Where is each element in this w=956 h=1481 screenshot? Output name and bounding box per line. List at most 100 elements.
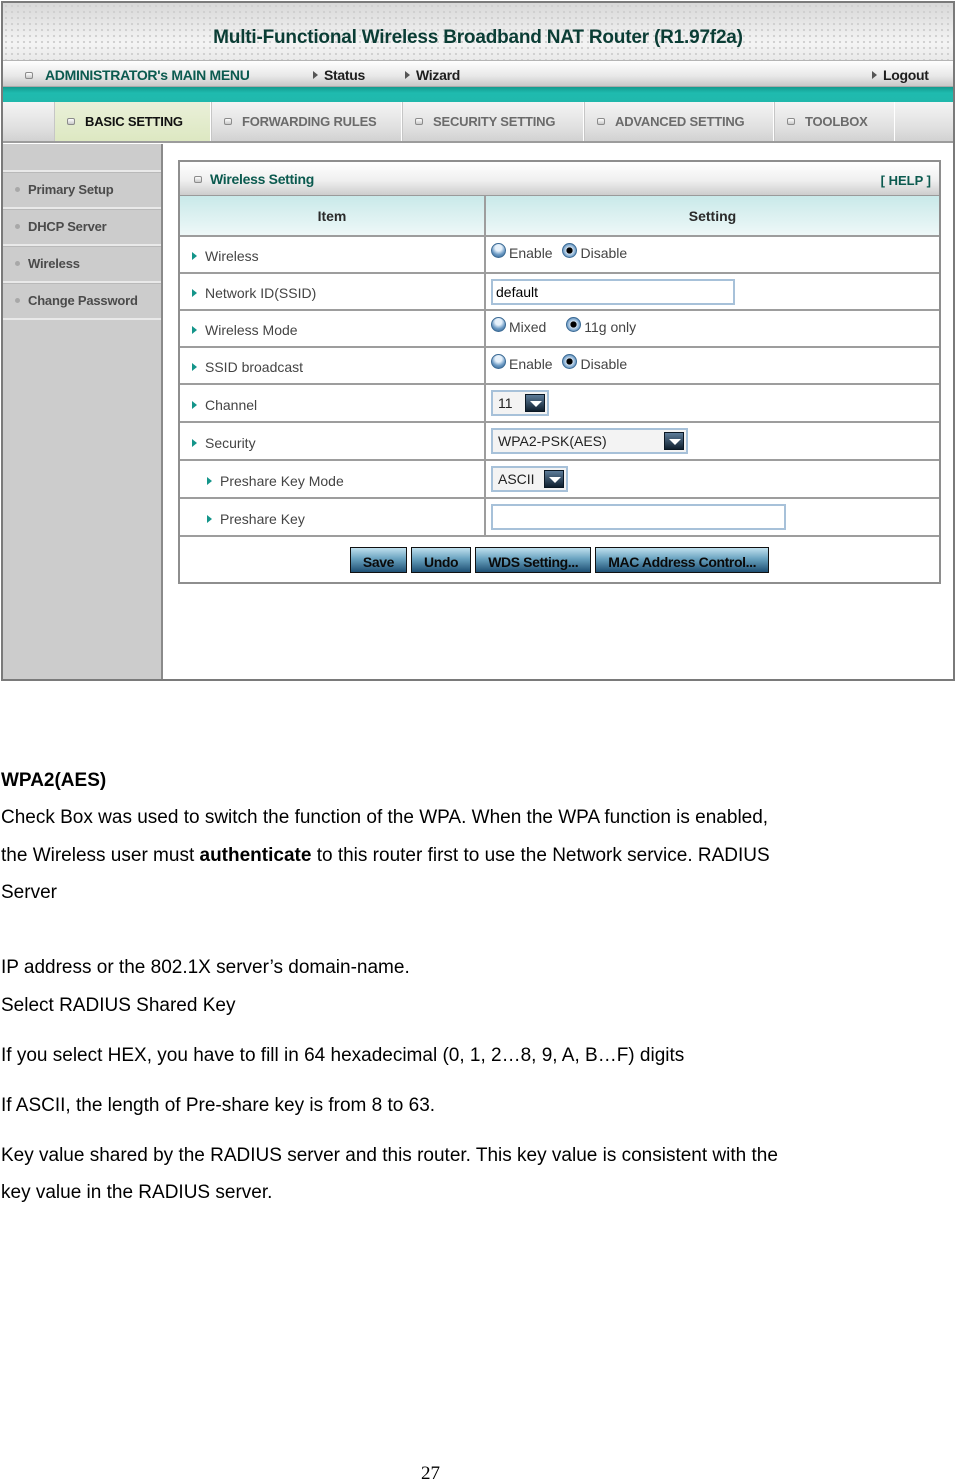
- paragraph-line: Server: [1, 882, 57, 903]
- accent-bar: [3, 87, 953, 102]
- row-label-text: Wireless: [205, 248, 259, 264]
- square-bullet-icon: [25, 72, 33, 79]
- radio-label: Mixed: [509, 319, 547, 336]
- wireless-settings-table: Item Setting Wireless Enable Disable Net…: [180, 196, 939, 537]
- panel-header: Wireless Setting [ HELP ]: [180, 162, 939, 196]
- sidebar: Primary Setup DHCP Server Wireless Chang…: [3, 144, 163, 679]
- bullet-icon: [15, 224, 20, 229]
- tab-advanced-setting[interactable]: ADVANCED SETTING: [584, 102, 774, 141]
- table-row: Network ID(SSID): [180, 273, 939, 311]
- security-select[interactable]: WPA2-PSK(AES): [491, 428, 688, 454]
- radio-label: Disable: [580, 356, 628, 373]
- radio-label: 11g only: [584, 319, 637, 336]
- select-value: WPA2-PSK(AES): [498, 433, 607, 449]
- square-bullet-icon: [415, 118, 423, 125]
- bullet-icon: [15, 261, 20, 266]
- row-label-channel: Channel: [180, 384, 486, 423]
- radio-checked-icon: [562, 353, 578, 369]
- paragraph-line: the Wireless user must authenticate to t…: [1, 846, 770, 865]
- triangle-right-icon: [192, 363, 197, 371]
- mac-address-control-button[interactable]: MAC Address Control...: [595, 547, 770, 573]
- ssid-input[interactable]: [491, 278, 735, 305]
- dropdown-arrow-icon: [525, 394, 545, 412]
- dropdown-arrow-icon: [664, 432, 684, 450]
- sidebar-item-wireless[interactable]: Wireless: [3, 246, 161, 283]
- select-value: ASCII: [498, 471, 535, 487]
- paragraph-line: key value in the RADIUS server.: [1, 1182, 273, 1203]
- sidebar-item-primary-setup[interactable]: Primary Setup: [3, 172, 161, 209]
- tab-forwarding-rules[interactable]: FORWARDING RULES: [211, 102, 402, 141]
- broadcast-enable-radio[interactable]: Enable: [491, 353, 553, 373]
- bullet-icon: [15, 298, 20, 303]
- help-link[interactable]: [ HELP ]: [881, 173, 931, 188]
- radio-unchecked-icon: [491, 316, 506, 332]
- triangle-right-icon: [313, 71, 318, 79]
- radio-label: Enable: [509, 356, 553, 373]
- tab-toolbox[interactable]: TOOLBOX: [774, 102, 895, 141]
- preshare-key-input[interactable]: [491, 504, 786, 530]
- wireless-radio-group: Enable Disable: [485, 236, 939, 274]
- table-row: Wireless Enable Disable: [180, 236, 939, 274]
- panel-title: Wireless Setting: [194, 171, 314, 187]
- radio-checked-icon: [566, 316, 582, 332]
- square-bullet-icon: [194, 176, 202, 183]
- wds-setting-button[interactable]: WDS Setting...: [475, 547, 592, 573]
- row-label-ssid-broadcast: SSID broadcast: [180, 347, 486, 385]
- bullet-icon: [15, 187, 20, 192]
- triangle-right-icon: [207, 514, 212, 523]
- sidebar-item-change-password[interactable]: Change Password: [3, 283, 161, 320]
- paragraph-line: If ASCII, the length of Pre-share key is…: [1, 1095, 436, 1116]
- sidebar-item-label: DHCP Server: [28, 219, 107, 234]
- status-link[interactable]: Status: [313, 67, 365, 83]
- admin-main-menu-label: ADMINISTRATOR's MAIN MENU: [45, 67, 250, 83]
- triangle-right-icon: [192, 252, 197, 260]
- mode-mixed-radio[interactable]: Mixed: [491, 316, 547, 336]
- triangle-right-icon: [207, 476, 212, 485]
- sidebar-item-dhcp-server[interactable]: DHCP Server: [3, 209, 161, 246]
- row-label-text: Network ID(SSID): [205, 285, 317, 301]
- row-label-text: Wireless Mode: [205, 322, 298, 338]
- table-row: Channel 11: [180, 384, 939, 423]
- triangle-right-icon: [192, 326, 197, 334]
- tab-security-setting[interactable]: SECURITY SETTING: [402, 102, 584, 141]
- text-span: the Wireless user must: [1, 845, 200, 866]
- table-row: Wireless Mode Mixed 11g only: [180, 310, 939, 348]
- wireless-mode-radio-group: Mixed 11g only: [485, 310, 939, 348]
- tab-basic-setting[interactable]: BASIC SETTING: [54, 102, 211, 141]
- row-label-text: Preshare Key Mode: [220, 472, 344, 489]
- tab-label: SECURITY SETTING: [433, 114, 556, 129]
- select-value: 11: [498, 395, 513, 411]
- tab-label: FORWARDING RULES: [242, 114, 377, 129]
- tab-label: TOOLBOX: [805, 114, 868, 129]
- logout-link[interactable]: Logout: [872, 67, 929, 83]
- square-bullet-icon: [67, 118, 75, 125]
- square-bullet-icon: [597, 118, 605, 125]
- row-label-text: Channel: [205, 396, 258, 413]
- wireless-disable-radio[interactable]: Disable: [562, 242, 628, 262]
- triangle-right-icon: [405, 71, 410, 79]
- wireless-enable-radio[interactable]: Enable: [491, 242, 553, 261]
- wizard-link[interactable]: Wizard: [405, 67, 460, 83]
- router-screenshot: Multi-Functional Wireless Broadband NAT …: [1, 1, 955, 681]
- preshare-key-mode-select[interactable]: ASCII: [491, 466, 568, 492]
- triangle-right-icon: [872, 71, 877, 79]
- save-button[interactable]: Save: [349, 547, 408, 573]
- tab-label: BASIC SETTING: [85, 114, 183, 129]
- undo-button[interactable]: Undo: [411, 547, 472, 573]
- button-row: Save Undo WDS Setting... MAC Address Con…: [180, 537, 939, 573]
- row-label-wireless-mode: Wireless Mode: [180, 310, 486, 348]
- mode-11g-only-radio[interactable]: 11g only: [566, 316, 637, 336]
- broadcast-disable-radio[interactable]: Disable: [562, 353, 628, 373]
- paragraph-line: Check Box was used to switch the functio…: [1, 807, 769, 828]
- radio-label: Disable: [580, 245, 628, 262]
- admin-main-menu-link[interactable]: ADMINISTRATOR's MAIN MENU: [25, 67, 250, 83]
- channel-select[interactable]: 11: [491, 390, 549, 416]
- row-label-text: SSID broadcast: [205, 359, 304, 375]
- triangle-right-icon: [192, 400, 197, 409]
- table-header-row: Item Setting: [180, 196, 939, 237]
- sidebar-item-label: Primary Setup: [28, 182, 114, 197]
- radio-unchecked-icon: [491, 353, 506, 369]
- paragraph-line: Key value shared by the RADIUS server an…: [1, 1145, 778, 1166]
- section-heading: WPA2(AES): [1, 770, 107, 791]
- table-row: Preshare Key Mode ASCII: [180, 460, 939, 499]
